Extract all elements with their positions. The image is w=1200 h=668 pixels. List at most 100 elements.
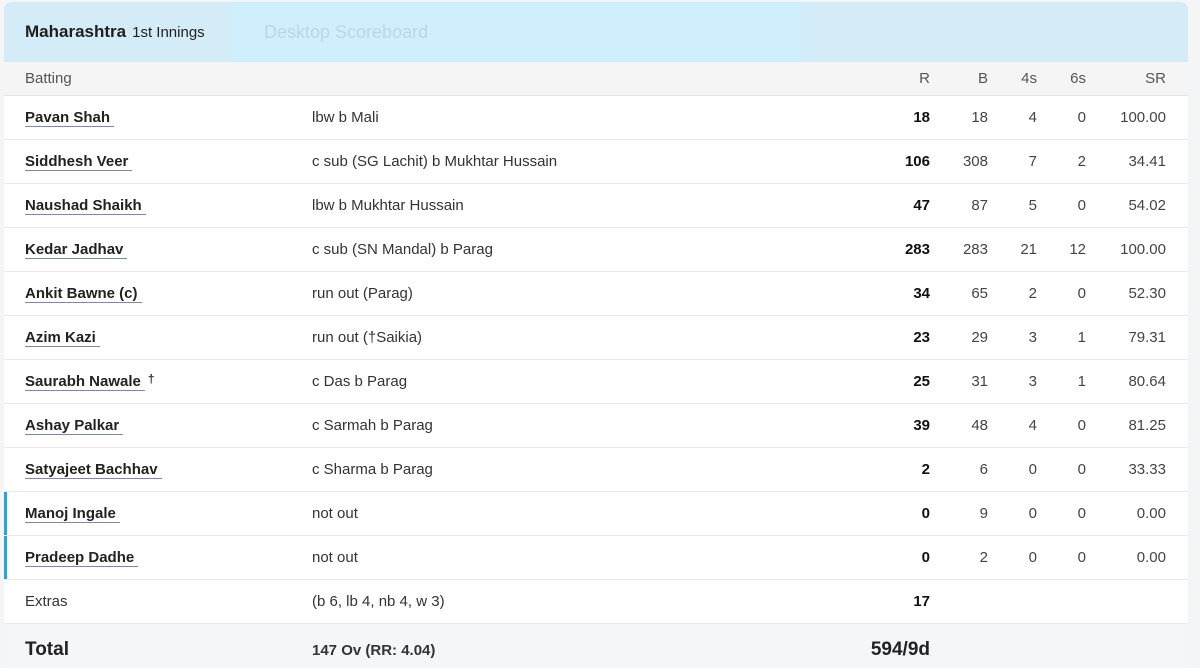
- strike-rate-value: 54.02: [1128, 197, 1166, 214]
- total-overs: 147 Ov (RR: 4.04): [312, 641, 436, 659]
- runs-value: 18: [913, 109, 930, 126]
- runs-value: 0: [921, 505, 930, 522]
- fours-value: 0: [1028, 461, 1037, 478]
- runs-value: 34: [913, 285, 930, 302]
- dismissal-text: c sub (SN Mandal) b Parag: [312, 241, 493, 258]
- desktop-scoreboard-tab[interactable]: Desktop Scoreboard: [264, 22, 428, 43]
- runs-value: 283: [904, 241, 930, 258]
- dismissal-text: c sub (SG Lachit) b Mukhtar Hussain: [312, 153, 558, 170]
- strike-rate-value: 0.00: [1136, 549, 1166, 566]
- strike-rate-value: 0.00: [1136, 505, 1166, 522]
- batting-column-header: Batting R B 4s 6s SR: [4, 62, 1188, 96]
- strike-rate-value: 79.31: [1128, 329, 1166, 346]
- balls-value: 48: [971, 417, 988, 434]
- total-label: Total: [25, 639, 69, 660]
- balls-value: 65: [971, 285, 988, 302]
- balls-value: 87: [971, 197, 988, 214]
- batter-name-link[interactable]: Satyajeet Bachhav: [25, 461, 162, 479]
- batter-name-link[interactable]: Saurabh Nawale: [25, 373, 145, 391]
- strike-rate-value: 100.00: [1120, 109, 1166, 126]
- runs-value: 0: [921, 549, 930, 566]
- batter-row: Azim Kazi run out (†Saikia) 23 29 3 1 79…: [4, 316, 1188, 360]
- strike-rate-value: 81.25: [1128, 417, 1166, 434]
- sixes-value: 0: [1077, 549, 1086, 566]
- batter-name-link[interactable]: Pradeep Dadhe: [25, 549, 139, 567]
- col-strike-rate: SR: [1145, 70, 1166, 87]
- dismissal-text: c Das b Parag: [312, 373, 408, 390]
- batting-table-body: Pavan Shah lbw b Mali 18 18 4 0 100.00 S…: [4, 96, 1188, 580]
- col-balls: B: [977, 70, 988, 87]
- balls-value: 31: [971, 373, 988, 390]
- sixes-value: 0: [1077, 197, 1086, 214]
- batter-name-link[interactable]: Naushad Shaikh: [25, 197, 146, 215]
- dismissal-text: c Sharma b Parag: [312, 461, 433, 478]
- batter-row: Manoj Ingale not out 0 9 0 0 0.00: [4, 492, 1188, 536]
- balls-value: 308: [962, 153, 988, 170]
- balls-value: 6: [979, 461, 988, 478]
- sixes-value: 0: [1077, 109, 1086, 126]
- batter-name-link[interactable]: Siddhesh Veer: [25, 153, 133, 171]
- keeper-mark: †: [147, 371, 155, 386]
- dismissal-text: not out: [312, 505, 358, 522]
- runs-value: 2: [921, 461, 930, 478]
- batter-name-link[interactable]: Manoj Ingale: [25, 505, 120, 523]
- extras-runs: 17: [913, 593, 930, 610]
- strike-rate-value: 100.00: [1120, 241, 1166, 258]
- batter-row: Pradeep Dadhe not out 0 2 0 0 0.00: [4, 536, 1188, 580]
- balls-value: 29: [971, 329, 988, 346]
- batter-row: Naushad Shaikh lbw b Mukhtar Hussain 47 …: [4, 184, 1188, 228]
- dismissal-text: c Sarmah b Parag: [312, 417, 433, 434]
- batter-row: Satyajeet Bachhav c Sharma b Parag 2 6 0…: [4, 448, 1188, 492]
- runs-value: 25: [913, 373, 930, 390]
- balls-value: 18: [971, 109, 988, 126]
- batter-row: Kedar Jadhav c sub (SN Mandal) b Parag 2…: [4, 228, 1188, 272]
- batter-row: Ankit Bawne (c) run out (Parag) 34 65 2 …: [4, 272, 1188, 316]
- fours-value: 4: [1028, 417, 1037, 434]
- strike-rate-value: 80.64: [1128, 373, 1166, 390]
- fours-value: 0: [1028, 505, 1037, 522]
- innings-header[interactable]: Maharashtra 1st Innings Desktop Scoreboa…: [4, 2, 1188, 62]
- sixes-value: 12: [1069, 241, 1086, 258]
- dismissal-text: lbw b Mukhtar Hussain: [312, 197, 464, 214]
- batter-row: Pavan Shah lbw b Mali 18 18 4 0 100.00: [4, 96, 1188, 140]
- batter-name-link[interactable]: Pavan Shah: [25, 109, 115, 127]
- strike-rate-value: 34.41: [1128, 153, 1166, 170]
- sixes-value: 0: [1077, 505, 1086, 522]
- dismissal-text: run out (Parag): [312, 285, 413, 302]
- sixes-value: 0: [1077, 417, 1086, 434]
- col-fours: 4s: [1021, 70, 1037, 87]
- sixes-value: 0: [1077, 285, 1086, 302]
- runs-value: 39: [913, 417, 930, 434]
- sixes-value: 1: [1077, 329, 1086, 346]
- dismissal-text: not out: [312, 549, 358, 566]
- batter-name-link[interactable]: Ashay Palkar: [25, 417, 124, 435]
- strike-rate-value: 33.33: [1128, 461, 1166, 478]
- fours-value: 21: [1020, 241, 1037, 258]
- sixes-value: 2: [1077, 153, 1086, 170]
- runs-value: 47: [913, 197, 930, 214]
- runs-value: 106: [904, 153, 930, 170]
- batter-row: Siddhesh Veer c sub (SG Lachit) b Mukhta…: [4, 140, 1188, 184]
- sixes-value: 0: [1077, 461, 1086, 478]
- extras-row: Extras (b 6, lb 4, nb 4, w 3) 17: [4, 580, 1188, 624]
- extras-label: Extras: [25, 593, 68, 610]
- sixes-value: 1: [1077, 373, 1086, 390]
- runs-value: 23: [913, 329, 930, 346]
- fours-value: 0: [1028, 549, 1037, 566]
- batter-name-link[interactable]: Azim Kazi: [25, 329, 100, 347]
- balls-value: 2: [979, 549, 988, 566]
- balls-value: 283: [962, 241, 988, 258]
- balls-value: 9: [979, 505, 988, 522]
- strike-rate-value: 52.30: [1128, 285, 1166, 302]
- batter-row: Saurabh Nawale † c Das b Parag 25 31 3 1…: [4, 360, 1188, 404]
- dismissal-text: run out (†Saikia): [312, 329, 423, 346]
- innings-label: 1st Innings: [132, 23, 205, 41]
- fours-value: 3: [1028, 373, 1037, 390]
- batter-name-link[interactable]: Ankit Bawne (c): [25, 285, 142, 303]
- total-row: Total 147 Ov (RR: 4.04) 594/9d: [4, 624, 1188, 668]
- batter-name-link[interactable]: Kedar Jadhav: [25, 241, 128, 259]
- fours-value: 5: [1028, 197, 1037, 214]
- fours-value: 3: [1028, 329, 1037, 346]
- dismissal-text: lbw b Mali: [312, 109, 379, 126]
- fours-value: 2: [1028, 285, 1037, 302]
